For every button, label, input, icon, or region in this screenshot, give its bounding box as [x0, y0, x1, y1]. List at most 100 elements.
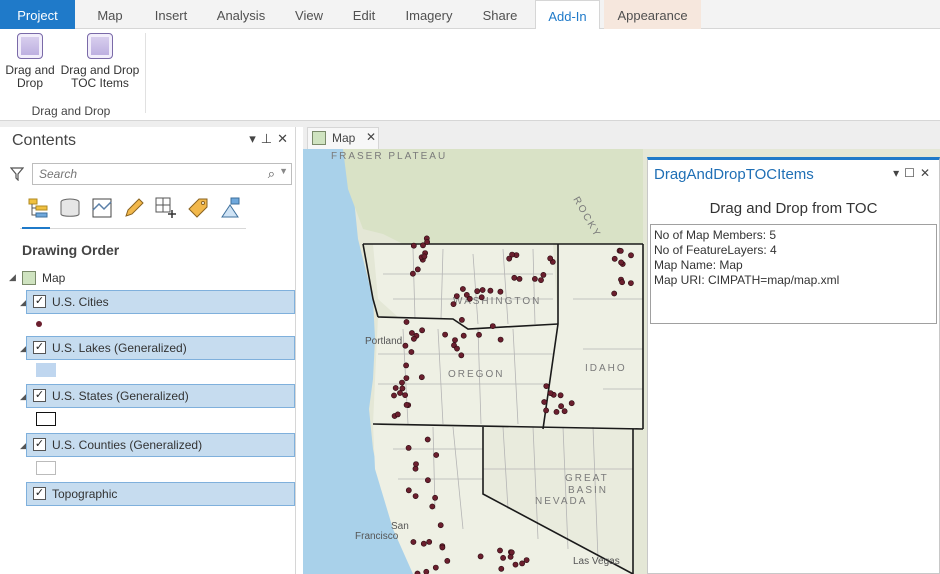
- layer-us-counties[interactable]: ✓ U.S. Counties (Generalized): [26, 433, 295, 457]
- polygon-symbol-lakes[interactable]: [36, 363, 56, 377]
- button-label-line2: Drop: [16, 76, 43, 90]
- city-point: [543, 407, 549, 414]
- tool-bar-divider: [20, 228, 246, 229]
- drag-and-drop-button[interactable]: Drag and Drop: [2, 33, 58, 90]
- info-line-map-name: Map Name: Map: [654, 258, 743, 272]
- city-point: [425, 477, 431, 484]
- city-point: [394, 411, 401, 418]
- city-point: [423, 568, 430, 574]
- list-by-source-icon[interactable]: [58, 196, 82, 220]
- city-point: [414, 266, 421, 273]
- city-point: [412, 493, 419, 499]
- pane-menu-icon[interactable]: ▾: [893, 166, 904, 180]
- tab-add-in[interactable]: Add-In: [535, 0, 600, 30]
- layer-label: U.S. Counties (Generalized): [52, 438, 203, 452]
- close-icon[interactable]: ✕: [277, 131, 293, 146]
- layer-us-cities[interactable]: ✓ U.S. Cities: [26, 290, 295, 314]
- drag-and-drop-toc-items-button[interactable]: Drag and Drop TOC Items: [58, 33, 142, 90]
- pane-menu-icon[interactable]: ▾: [249, 131, 261, 146]
- tab-edit[interactable]: Edit: [340, 0, 388, 29]
- city-point: [405, 444, 412, 451]
- search-icon[interactable]: ⌕: [268, 166, 275, 182]
- city-point: [452, 337, 458, 343]
- pin-icon[interactable]: ⊥: [261, 131, 277, 146]
- layer-label: U.S. Cities: [52, 295, 109, 309]
- tab-analysis[interactable]: Analysis: [206, 0, 276, 29]
- city-point: [540, 272, 547, 278]
- list-by-selection-icon[interactable]: [90, 196, 114, 220]
- tab-map[interactable]: Map: [82, 0, 138, 29]
- contents-pane-controls: ▾⊥✕: [249, 131, 293, 147]
- map-label-francisco: Francisco: [355, 531, 399, 542]
- city-point: [433, 452, 440, 458]
- city-point: [512, 561, 519, 568]
- layer-us-states[interactable]: ✓ U.S. States (Generalized): [26, 384, 295, 408]
- addin-button-icon: [17, 33, 43, 59]
- map-node-label: Map: [42, 271, 66, 285]
- city-point: [418, 374, 425, 381]
- city-point: [543, 383, 550, 389]
- list-by-editing-icon[interactable]: [122, 196, 146, 220]
- filter-icon[interactable]: [10, 167, 24, 181]
- list-by-drawing-order-icon[interactable]: [26, 196, 50, 220]
- layer-visibility-checkbox[interactable]: ✓: [33, 487, 46, 500]
- city-point: [547, 255, 554, 262]
- point-symbol-icon[interactable]: [34, 319, 44, 329]
- layer-topographic[interactable]: ✓ Topographic: [26, 482, 295, 506]
- tab-view[interactable]: View: [282, 0, 336, 29]
- map-view-tab[interactable]: Map ✕: [307, 127, 379, 149]
- city-point: [421, 253, 428, 260]
- city-point: [497, 336, 504, 343]
- city-point: [474, 288, 481, 295]
- layer-label: U.S. States (Generalized): [52, 389, 189, 403]
- info-line-feature-layers: No of FeatureLayers: 4: [654, 243, 777, 257]
- polygon-symbol-counties[interactable]: [36, 461, 56, 475]
- chevron-down-icon[interactable]: ▼: [279, 166, 288, 176]
- layer-visibility-checkbox[interactable]: ✓: [33, 341, 46, 354]
- maximize-icon[interactable]: ☐: [904, 166, 920, 180]
- city-point: [500, 554, 506, 561]
- city-point: [476, 331, 482, 338]
- close-icon[interactable]: ✕: [920, 166, 935, 180]
- city-point: [403, 375, 410, 381]
- city-point: [399, 385, 406, 392]
- tab-share[interactable]: Share: [470, 0, 530, 29]
- city-point: [420, 540, 427, 547]
- polygon-symbol-states[interactable]: [36, 412, 56, 426]
- city-point: [516, 275, 523, 282]
- layer-visibility-checkbox[interactable]: ✓: [33, 295, 46, 308]
- close-icon[interactable]: ✕: [366, 130, 376, 144]
- contents-pane: Contents ▾⊥✕ ⌕ ▼ Drawing: [6, 127, 296, 574]
- search-input[interactable]: [33, 164, 253, 184]
- tab-insert[interactable]: Insert: [142, 0, 200, 29]
- list-by-labeling-icon[interactable]: [186, 196, 210, 220]
- city-point: [463, 291, 470, 298]
- map-node[interactable]: Map: [20, 269, 180, 287]
- tab-appearance[interactable]: Appearance: [604, 0, 701, 29]
- dock-pane-controls: ▾☐✕: [893, 166, 935, 180]
- city-point: [487, 287, 494, 294]
- city-point: [410, 270, 416, 277]
- layer-visibility-checkbox[interactable]: ✓: [33, 438, 46, 451]
- layer-us-lakes[interactable]: ✓ U.S. Lakes (Generalized): [26, 336, 295, 360]
- drop-target-textbox[interactable]: No of Map Members: 5 No of FeatureLayers…: [650, 224, 937, 324]
- tab-project[interactable]: Project: [0, 0, 75, 29]
- city-point: [437, 522, 444, 529]
- ribbon-group-separator: [145, 33, 146, 113]
- list-by-perspective-imagery-icon[interactable]: [218, 196, 242, 220]
- city-point: [459, 286, 466, 292]
- list-by-snapping-icon[interactable]: [154, 196, 178, 220]
- city-point: [478, 294, 485, 301]
- tab-imagery[interactable]: Imagery: [394, 0, 464, 29]
- city-point: [489, 323, 496, 329]
- city-point: [409, 330, 415, 336]
- city-point: [391, 392, 397, 399]
- addin-button-icon: [87, 33, 113, 59]
- search-box[interactable]: ⌕ ▼: [32, 163, 292, 185]
- city-point: [531, 275, 538, 282]
- map-icon: [312, 131, 326, 145]
- expand-arrow-icon[interactable]: ◢: [9, 272, 16, 283]
- ribbon-tabs: Project Map Insert Analysis View Edit Im…: [0, 0, 940, 30]
- layer-visibility-checkbox[interactable]: ✓: [33, 389, 46, 402]
- city-point: [628, 252, 634, 259]
